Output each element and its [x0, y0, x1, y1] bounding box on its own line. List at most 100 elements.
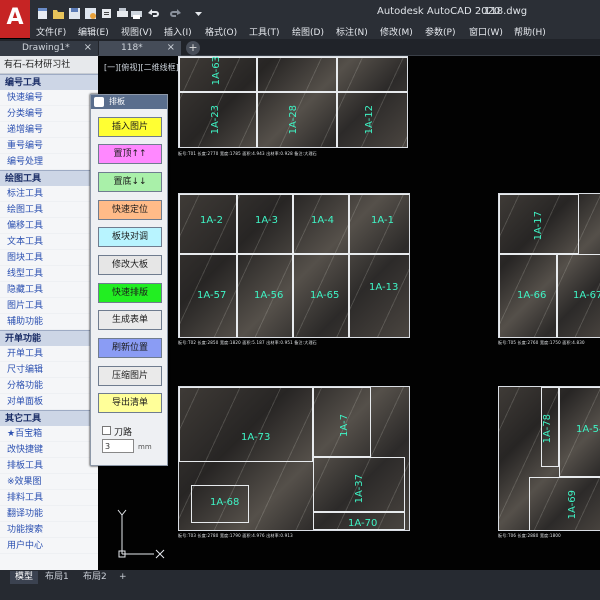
tab-layout1[interactable]: 布局1 [40, 571, 74, 584]
tab-118[interactable]: 118* × [99, 41, 181, 56]
gap-input[interactable]: 3 [102, 439, 134, 453]
sidebar-item[interactable]: 排料工具 [0, 490, 98, 506]
toolpath-label: 刀路 [114, 428, 133, 438]
section-order[interactable]: 开单功能 [0, 330, 98, 346]
menu-file[interactable]: 文件(F) [36, 25, 66, 38]
part-label: 1A-17 [533, 211, 544, 241]
sidebar-item[interactable]: 编号处理 [0, 154, 98, 170]
save-icon[interactable] [68, 5, 81, 19]
sidebar-item[interactable]: 绘图工具 [0, 202, 98, 218]
bring-to-top-button[interactable]: 置顶↑↑ [98, 144, 162, 164]
close-icon[interactable]: × [167, 41, 175, 55]
generate-form-button[interactable]: 生成表单 [98, 310, 162, 330]
slab [178, 386, 410, 531]
close-icon[interactable]: × [84, 41, 92, 55]
modify-slab-button[interactable]: 修改大板 [98, 255, 162, 275]
slab [498, 386, 600, 531]
open-folder-icon[interactable] [52, 5, 65, 19]
undo-icon[interactable] [146, 5, 159, 19]
sidebar-item[interactable]: ※效果图 [0, 474, 98, 490]
refresh-position-button[interactable]: 刷新位置 [98, 338, 162, 358]
sidebar-item[interactable]: ★百宝箱 [0, 426, 98, 442]
menu-tools[interactable]: 工具(T) [249, 25, 280, 38]
sidebar-item[interactable]: 翻译功能 [0, 506, 98, 522]
swap-blocks-button[interactable]: 板块对调 [98, 227, 162, 247]
slab-caption: 板号:T03 长度:2780 宽度:1790 面积:4.976 出材率:0.91… [178, 533, 293, 538]
toolpath-checkbox[interactable] [102, 426, 111, 435]
sidebar-item[interactable]: 尺寸编辑 [0, 362, 98, 378]
sidebar-item[interactable]: 改快捷键 [0, 442, 98, 458]
part-label: 1A-65 [310, 290, 340, 301]
application-menu-button[interactable]: A [0, 0, 30, 38]
part-label: 1A-3 [255, 215, 278, 226]
tab-drawing1[interactable]: Drawing1* × [0, 41, 98, 56]
customize-dropdown-icon[interactable] [192, 5, 205, 19]
menu-window[interactable]: 窗口(W) [469, 25, 503, 38]
layout-panel: 排板 插入图片 置顶↑↑ 置底↓↓ 快速定位 板块对调 修改大板 快速排版 生成… [90, 94, 168, 466]
sidebar-item[interactable]: 开单工具 [0, 346, 98, 362]
sidebar-item[interactable]: 标注工具 [0, 186, 98, 202]
sidebar-item[interactable]: 快速编号 [0, 90, 98, 106]
print-icon[interactable] [130, 5, 143, 19]
menu-draw[interactable]: 绘图(D) [292, 25, 324, 38]
part-label: 1A-63 [211, 56, 222, 86]
quick-locate-button[interactable]: 快速定位 [98, 200, 162, 220]
part-label: 1A-68 [210, 497, 240, 508]
send-to-bottom-button[interactable]: 置底↓↓ [98, 172, 162, 192]
menu-dimension[interactable]: 标注(N) [336, 25, 368, 38]
part-label: 1A-56 [254, 290, 284, 301]
publish-icon[interactable] [100, 5, 113, 19]
section-drawing[interactable]: 绘图工具 [0, 170, 98, 186]
layout-tabs: 模型 布局1 布局2 + [0, 570, 600, 584]
sidebar-item[interactable]: 分格功能 [0, 378, 98, 394]
sidebar-item[interactable]: 排板工具 [0, 458, 98, 474]
part-label: 1A-23 [210, 105, 221, 135]
sidebar-item[interactable]: 隐藏工具 [0, 282, 98, 298]
viewport-controls-label[interactable]: [一][俯视][二维线框] [104, 62, 179, 73]
part-label: 1A-78 [542, 414, 553, 444]
sidebar-item[interactable]: 图块工具 [0, 250, 98, 266]
menu-edit[interactable]: 编辑(E) [78, 25, 109, 38]
section-numbering[interactable]: 编号工具 [0, 74, 98, 90]
part-label: 1A-4 [311, 215, 334, 226]
tab-label: 118* [121, 43, 143, 53]
sidebar-item[interactable]: 文本工具 [0, 234, 98, 250]
compress-image-button[interactable]: 压缩图片 [98, 366, 162, 386]
sidebar-item[interactable]: 辅助功能 [0, 314, 98, 330]
export-list-button[interactable]: 导出清单 [98, 393, 162, 413]
save-as-icon[interactable] [84, 5, 97, 19]
plot-icon[interactable] [116, 5, 129, 19]
section-other[interactable]: 其它工具 [0, 410, 98, 426]
sidebar-item[interactable]: 用户中心 [0, 538, 98, 554]
sidebar-item[interactable]: 偏移工具 [0, 218, 98, 234]
redo-icon[interactable] [170, 5, 183, 19]
sidebar-item[interactable]: 功能搜索 [0, 522, 98, 538]
part-label: 1A-12 [364, 105, 375, 135]
sidebar-item[interactable]: 分类编号 [0, 106, 98, 122]
menu-modify[interactable]: 修改(M) [380, 25, 413, 38]
drawing-viewport[interactable]: 1A-63 1A-23 1A-28 1A-12 板号:T01 长度:2770 宽… [98, 56, 600, 570]
sidebar-item[interactable]: 对单面板 [0, 394, 98, 410]
sidebar-item[interactable]: 图片工具 [0, 298, 98, 314]
sidebar-item[interactable]: 重号编号 [0, 138, 98, 154]
new-file-icon[interactable] [36, 5, 49, 19]
part-label: 1A-57 [197, 290, 227, 301]
document-tabs: Drawing1* × 118* × [0, 39, 600, 56]
menu-parametric[interactable]: 参数(P) [425, 25, 455, 38]
menu-view[interactable]: 视图(V) [121, 25, 152, 38]
app-title: Autodesk AutoCAD 2020 [377, 6, 501, 17]
tab-layout2[interactable]: 布局2 [78, 571, 112, 584]
slab-caption: 板号:T05 长度:2760 宽度:1750 面积:4.830 [498, 340, 585, 345]
menu-insert[interactable]: 插入(I) [164, 25, 192, 38]
add-layout-button[interactable]: + [114, 571, 132, 584]
quick-layout-button[interactable]: 快速排版 [98, 283, 162, 303]
new-tab-button[interactable]: + [186, 41, 200, 55]
panel-title-bar[interactable]: 排板 [91, 95, 167, 109]
menu-bar: 文件(F) 编辑(E) 视图(V) 插入(I) 格式(O) 工具(T) 绘图(D… [30, 24, 600, 39]
insert-image-button[interactable]: 插入图片 [98, 117, 162, 137]
sidebar-item[interactable]: 线型工具 [0, 266, 98, 282]
sidebar-item[interactable]: 递增编号 [0, 122, 98, 138]
tab-model[interactable]: 模型 [10, 571, 39, 584]
menu-help[interactable]: 帮助(H) [514, 25, 546, 38]
menu-format[interactable]: 格式(O) [205, 25, 237, 38]
